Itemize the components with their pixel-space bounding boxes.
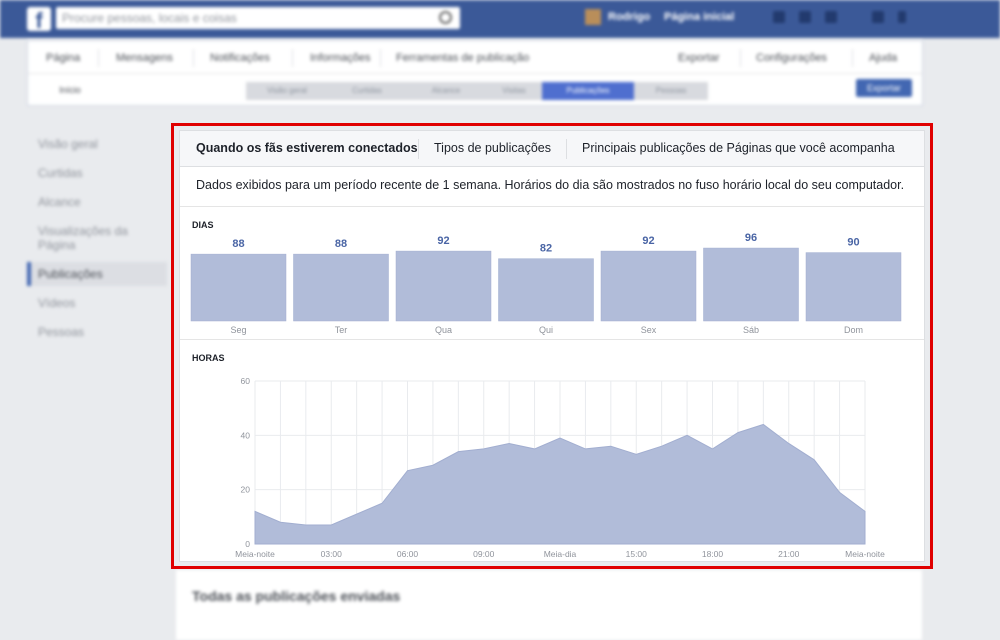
page-header-card: Página Mensagens Notificações Informaçõe…: [27, 40, 923, 106]
divider: [28, 73, 922, 74]
sidebar-active-indicator: [27, 262, 31, 286]
nav-divider: [380, 49, 381, 67]
step-people[interactable]: Pessoas: [634, 82, 708, 100]
top-navigation-bar: f Procure pessoas, locais e coisas Rodri…: [0, 0, 1000, 38]
facebook-logo-icon[interactable]: f: [27, 7, 51, 31]
subnav-home[interactable]: Início: [48, 81, 92, 99]
friend-requests-icon[interactable]: [773, 11, 785, 23]
messages-icon[interactable]: [799, 11, 811, 23]
home-link[interactable]: Página inicial: [664, 11, 734, 23]
all-posts-title: Todas as publicações enviadas: [192, 588, 401, 604]
nav-notifications[interactable]: Notificações: [210, 52, 270, 64]
avatar[interactable]: [585, 9, 601, 25]
nav-divider: [193, 49, 194, 67]
nav-messages[interactable]: Mensagens: [116, 52, 173, 64]
step-overview[interactable]: Visão geral: [246, 82, 328, 100]
highlight-frame: [171, 123, 933, 569]
nav-divider: [852, 49, 853, 67]
nav-insights[interactable]: Informações: [310, 52, 371, 64]
user-name-link[interactable]: Rodrigo: [608, 11, 650, 23]
sidebar-item-people[interactable]: Pessoas: [38, 325, 84, 339]
step-reach[interactable]: Alcance: [406, 82, 486, 100]
nav-page[interactable]: Página: [46, 52, 80, 64]
sidebar-item-videos[interactable]: Vídeos: [38, 296, 75, 310]
export-button[interactable]: Exportar: [856, 79, 912, 97]
search-placeholder: Procure pessoas, locais e coisas: [62, 11, 237, 25]
nav-export[interactable]: Exportar: [678, 52, 720, 64]
search-icon[interactable]: [439, 11, 452, 24]
sidebar-item-overview[interactable]: Visão geral: [38, 137, 98, 151]
nav-settings[interactable]: Configurações: [756, 52, 827, 64]
step-posts[interactable]: Publicações: [542, 82, 634, 100]
nav-divider: [740, 49, 741, 67]
nav-divider: [292, 49, 293, 67]
nav-publishing-tools[interactable]: Ferramentas de publicação: [396, 52, 529, 64]
privacy-icon[interactable]: [872, 11, 884, 23]
nav-help[interactable]: Ajuda: [869, 52, 897, 64]
notifications-icon[interactable]: [825, 11, 837, 23]
nav-divider: [98, 49, 99, 67]
search-input[interactable]: Procure pessoas, locais e coisas: [56, 7, 460, 29]
step-likes[interactable]: Curtidas: [328, 82, 406, 100]
sidebar-item-likes[interactable]: Curtidas: [38, 166, 83, 180]
sidebar-item-posts[interactable]: Publicações: [38, 267, 103, 281]
menu-caret-icon[interactable]: [898, 11, 906, 23]
step-visits[interactable]: Visitas: [486, 82, 542, 100]
sidebar-item-reach[interactable]: Alcance: [38, 195, 81, 209]
sidebar-item-page-views[interactable]: Visualizações da Página: [38, 224, 148, 252]
